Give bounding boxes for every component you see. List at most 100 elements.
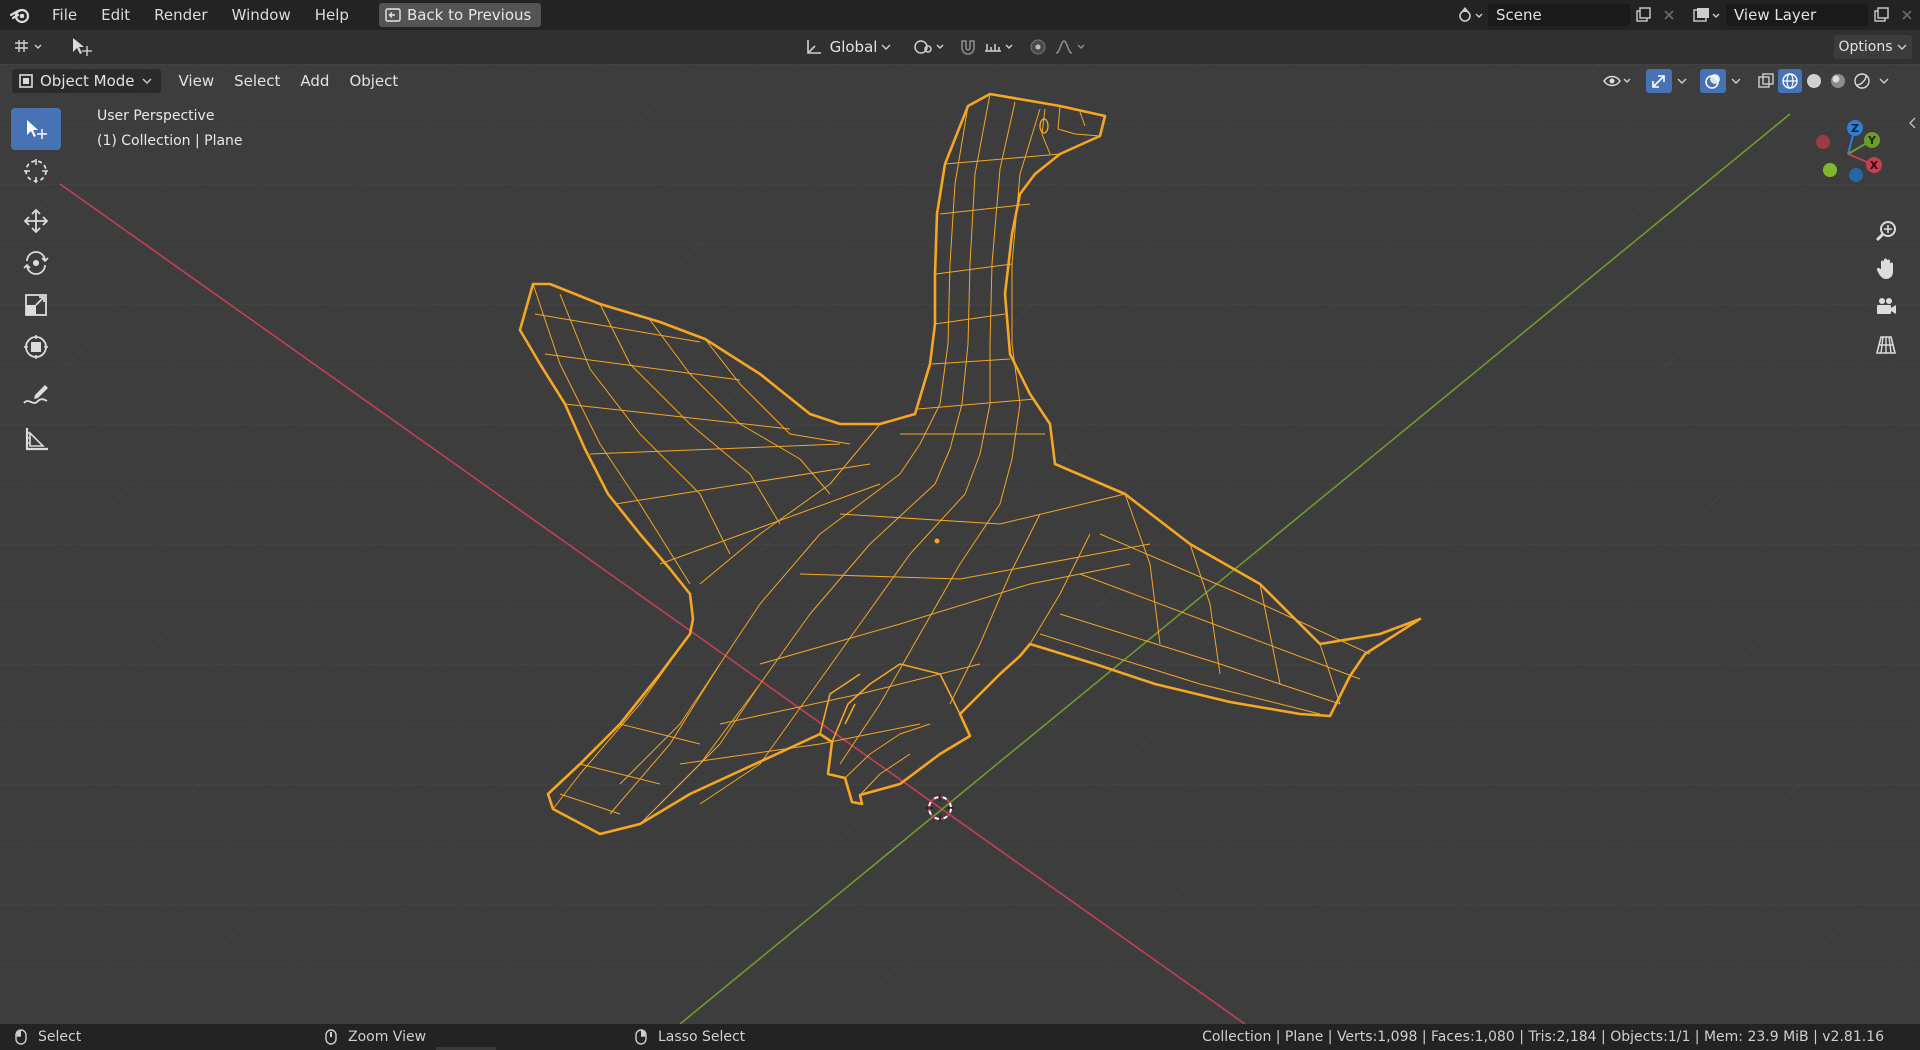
chevron-down-icon [1896, 42, 1908, 52]
delete-scene-icon[interactable] [1656, 4, 1682, 26]
gizmo-arrow-icon [1650, 72, 1668, 90]
viewport-editor-icon [12, 38, 46, 56]
scene-name-field[interactable]: Scene [1488, 4, 1630, 26]
falloff-dropdown[interactable] [1052, 35, 1092, 59]
viewport-menu-view[interactable]: View [169, 72, 225, 90]
snap-target-dropdown[interactable] [982, 35, 1018, 59]
mouse-middle-icon [324, 1028, 338, 1046]
view-layer-selector-icon[interactable] [1688, 4, 1726, 26]
new-scene-icon[interactable] [1630, 4, 1656, 26]
gizmo-neg-z-handle[interactable] [1849, 168, 1863, 182]
material-sphere-icon [1829, 72, 1847, 90]
transform-orientation-dropdown[interactable]: Global [804, 35, 892, 59]
annotate-tool[interactable] [11, 376, 61, 418]
zoom-view-button[interactable] [1868, 214, 1904, 248]
hint-select: Select [14, 1024, 81, 1050]
move-arrows-icon [22, 207, 50, 235]
overlays-toggle-button[interactable] [1700, 69, 1726, 93]
menu-help[interactable]: Help [303, 0, 361, 30]
shading-solid-button[interactable] [1802, 69, 1826, 93]
shading-material-button[interactable] [1826, 69, 1850, 93]
blender-logo-icon[interactable] [0, 0, 40, 30]
grid-perspective-icon [1874, 333, 1898, 357]
measure-tool[interactable] [11, 418, 61, 460]
visibility-dropdown[interactable] [1600, 69, 1636, 93]
viewport-menu-object[interactable]: Object [339, 72, 408, 90]
rotate-tool[interactable] [11, 242, 61, 284]
view-layer-name-field[interactable]: View Layer [1726, 4, 1868, 26]
options-label: Options [1838, 39, 1893, 55]
move-tool[interactable] [11, 200, 61, 242]
back-to-previous-label: Back to Previous [406, 6, 532, 24]
pan-view-button[interactable] [1868, 252, 1904, 286]
cursor-tool[interactable] [11, 150, 61, 192]
menu-window[interactable]: Window [220, 0, 303, 30]
gizmo-z-label: Z [1851, 122, 1859, 135]
transform-tool[interactable] [11, 326, 61, 368]
cursor-crosshair-icon [22, 157, 50, 185]
rendered-sphere-icon [1853, 72, 1871, 90]
gizmo-toggle-button[interactable] [1646, 69, 1672, 93]
editor-type-button[interactable] [8, 35, 50, 59]
viewport-scene [0, 64, 1920, 1024]
delete-view-layer-icon[interactable] [1894, 4, 1920, 26]
scene-layer-controls: Scene View Layer [1454, 0, 1920, 30]
viewport-menu-add[interactable]: Add [290, 72, 339, 90]
object-mode-icon [18, 73, 34, 89]
gizmo-neg-x-handle[interactable] [1816, 135, 1830, 149]
viewport-display-controls [1600, 69, 1894, 93]
hint-select-label: Select [38, 1029, 82, 1045]
chevron-down-icon [1730, 76, 1742, 86]
gizmo-neg-y-handle[interactable] [1823, 163, 1837, 177]
scale-tool[interactable] [11, 284, 61, 326]
shading-dropdown[interactable] [1874, 69, 1894, 93]
tool-settings-header: Global Options [0, 30, 1920, 64]
pivot-point-dropdown[interactable] [910, 35, 950, 59]
menu-edit[interactable]: Edit [89, 0, 142, 30]
select-box-tool-button[interactable] [68, 35, 96, 59]
proportional-edit-button[interactable] [1026, 35, 1050, 59]
shading-wireframe-button[interactable] [1778, 69, 1802, 93]
annotate-pencil-icon [21, 383, 51, 411]
snap-increment-icon [983, 38, 1017, 56]
viewport-menu-select[interactable]: Select [224, 72, 290, 90]
ortho-toggle-button[interactable] [1868, 328, 1904, 362]
chevron-down-icon [1878, 76, 1890, 86]
scale-icon [22, 291, 50, 319]
chevron-down-icon [141, 76, 153, 86]
overlays-icon [1704, 72, 1722, 90]
proportional-edit-icon [1029, 38, 1047, 56]
menu-file[interactable]: File [40, 0, 89, 30]
overlays-dropdown[interactable] [1726, 69, 1746, 93]
snap-toggle-button[interactable] [956, 35, 980, 59]
hint-lasso-select-label: Lasso Select [658, 1029, 746, 1045]
navigation-gizmo[interactable]: Z Y X [1808, 114, 1888, 196]
camera-view-button[interactable] [1868, 290, 1904, 324]
tool-shelf [10, 108, 62, 460]
new-view-layer-icon[interactable] [1868, 4, 1894, 26]
transform-orientation-label: Global [829, 38, 878, 56]
orientation-axes-icon [804, 38, 824, 56]
camera-icon [1874, 295, 1898, 319]
menu-render[interactable]: Render [142, 0, 219, 30]
shading-rendered-button[interactable] [1850, 69, 1874, 93]
eye-icon [1602, 72, 1634, 90]
options-dropdown[interactable]: Options [1834, 35, 1912, 59]
select-box-tool[interactable] [11, 108, 61, 150]
back-to-previous-button[interactable]: Back to Previous [378, 3, 542, 27]
navigation-controls [1868, 214, 1908, 362]
scene-selector-icon[interactable] [1454, 4, 1488, 26]
object-mode-dropdown[interactable]: Object Mode [12, 69, 161, 93]
xray-icon [1757, 72, 1775, 90]
chevron-down-icon [880, 42, 892, 52]
wireframe-sphere-icon [1781, 72, 1799, 90]
rotate-icon [22, 249, 50, 277]
collection-info-label: (1) Collection | Plane [97, 133, 243, 149]
hint-lasso-select: Lasso Select [634, 1024, 745, 1050]
status-bar: Select Zoom View Lasso Select Collection… [0, 1024, 1920, 1050]
gizmo-dropdown[interactable] [1672, 69, 1692, 93]
sidebar-toggle-icon[interactable] [1908, 116, 1918, 130]
xray-toggle-button[interactable] [1754, 69, 1778, 93]
3d-viewport[interactable]: Object Mode View Select Add Object User … [0, 64, 1920, 1024]
mouse-left-icon [14, 1028, 28, 1046]
